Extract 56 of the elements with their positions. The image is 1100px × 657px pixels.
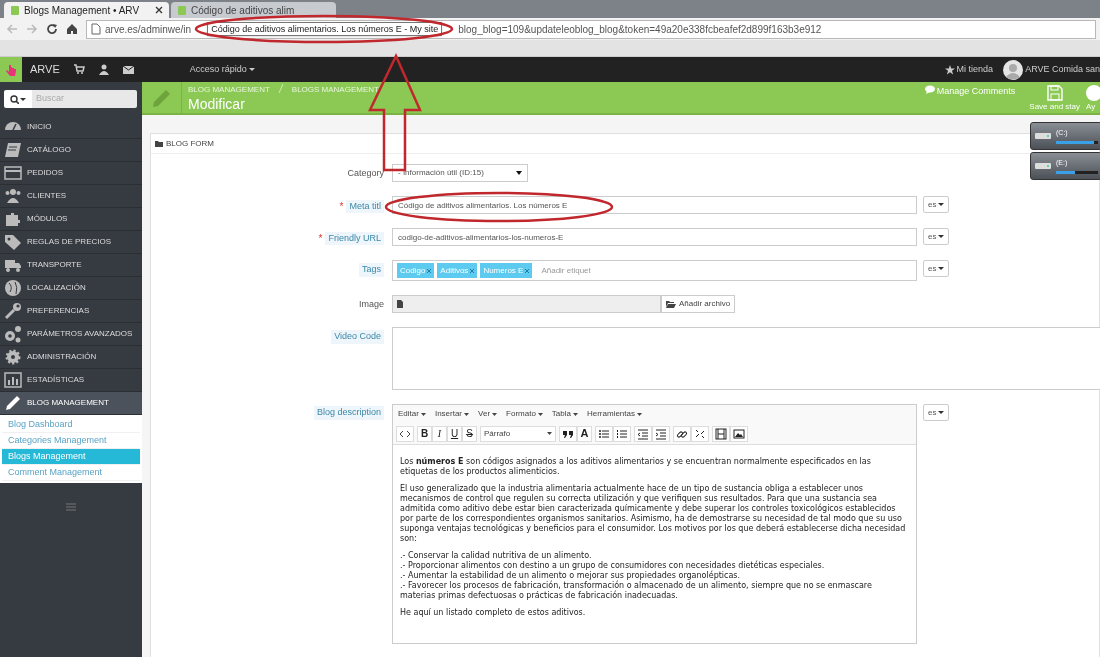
required-mark: * [339, 200, 344, 214]
quick-access-menu[interactable]: Acceso rápido [189, 62, 255, 77]
field-label: Image [359, 298, 384, 311]
field-label: Category [347, 167, 384, 180]
editor-menu[interactable]: Ver [478, 408, 498, 420]
toolbar-button[interactable]: S [462, 425, 477, 442]
toolbar-button[interactable]: I [432, 425, 447, 442]
editor-menu[interactable]: Tabla [551, 408, 578, 420]
page-title: Modificar [188, 95, 246, 112]
format-dropdown[interactable]: Párrafo [480, 425, 556, 442]
sidebar-item[interactable]: LOCALIZACIÓN [0, 277, 142, 300]
paragraph: .- Conservar la calidad nutritiva de un alimento. .- Proporcionar alimentos con destino a un grupo de consumidores con necesidades dietéticas especiales. .- Aumentar la estabilidad de un alimento o mejorar sus propiedades organolépticas. .- Favorecer los procesos de fabricación, transformación o almacenado de un alimento, siempre que no se enmascare materias primas defectuosas o prácticas de fabricación inadecuadas. [400, 551, 873, 601]
sidebar-item[interactable]: CLIENTES [0, 185, 142, 208]
editor-menu[interactable]: Herramientas [586, 408, 642, 420]
store-link[interactable]: Mi tienda [944, 62, 994, 77]
language-dropdown[interactable]: es [923, 196, 950, 213]
editor-menu[interactable]: Insertar [434, 408, 470, 420]
address-field[interactable]: arve.es/adminwe/in Código de aditivos alimentarios. Los números E - My site blog_blog=109&updateleoblog_blog&token=49a20e338fcbeafef2d899f163b3e912 [86, 19, 1096, 39]
paragraph: He aquí un listado completo de estos aditivos. [400, 608, 587, 618]
sidebar-item[interactable]: ADMINISTRACIÓN [0, 346, 142, 369]
sidebar-item[interactable]: PARÁMETROS AVANZADOS [0, 323, 142, 346]
tooltip: Código de aditivos alimentarios. Los números E - My site [207, 22, 443, 36]
tags-placeholder: Añadir etiquet [541, 264, 591, 277]
text-field[interactable]: codigo-de-aditivos-alimentarios-los-numeros-E [392, 228, 917, 246]
category-dropdown[interactable]: - Información útil (ID:15) [392, 164, 528, 182]
required-mark: * [318, 232, 323, 246]
toolbar-button[interactable]: A [577, 425, 592, 442]
text-field[interactable]: Código de aditivos alimentarios. Los números E [392, 196, 917, 214]
editor-menu[interactable]: Editar [398, 408, 426, 420]
sidebar-item[interactable]: REGLAS DE PRECIOS [0, 231, 142, 254]
field-label: Blog description [313, 406, 384, 420]
field-label: Video Code [331, 330, 384, 344]
toolbar-button[interactable]: U [447, 425, 462, 442]
language-dropdown[interactable]: es [923, 228, 950, 245]
panel-title: BLOG FORM [166, 137, 214, 150]
editor-menu[interactable]: Formato [506, 408, 543, 420]
browser-tab[interactable]: Código de aditivos alim [171, 2, 336, 18]
sidebar-item[interactable]: INICIO [0, 116, 142, 139]
browser-tab[interactable]: Blogs Management • ARV [4, 2, 169, 18]
add-file-button[interactable]: Añadir archivo [661, 295, 736, 313]
field-label: Friendly URL [325, 231, 384, 246]
field-label: Tags [359, 263, 384, 277]
language-dropdown[interactable]: es [923, 404, 950, 421]
sidebar-item[interactable]: CATÁLOGO [0, 139, 142, 162]
user-name[interactable]: ARVE Comida san [1025, 62, 1100, 77]
sidebar-item[interactable]: PREFERENCIAS [0, 300, 142, 323]
field-label: Meta titl [346, 199, 384, 214]
paragraph: Los números E son códigos asignados a los aditivos alimentarios y se encuentran normalmente especificados en las etiquetas de los productos alimenticios. [400, 457, 872, 477]
toolbar-button[interactable]: B [417, 425, 432, 442]
sidebar-item[interactable]: PEDIDOS [0, 162, 142, 185]
shop-name: ARVE [30, 62, 60, 78]
sidebar-item[interactable]: TRANSPORTE [0, 254, 142, 277]
paragraph: El uso generalizado que la industria alimentaria actualmente hace de un tipo de sustancia obliga a establecer unos mecanismos de control que regulen su correcta utilización y que verifiquen sus resultados. Para que una sustancia sea admitida como aditivo debe estar bien caracterizada químicamente y debe superar los controles toxicológicos establecidos por parte de los correspondientes organismos sanitarios. Asimismo, ha de demostrarse su necesidad de tal modo que su uso suponga ventajas tecnológicas y beneficios para el consumidor. Los motivos por los que deberá establecerse dicha necesidad son: [400, 484, 907, 544]
sidebar-item[interactable]: MÓDULOS [0, 208, 142, 231]
sidebar-item[interactable]: BLOG MANAGEMENT [0, 392, 142, 415]
language-dropdown[interactable]: es [923, 260, 950, 277]
